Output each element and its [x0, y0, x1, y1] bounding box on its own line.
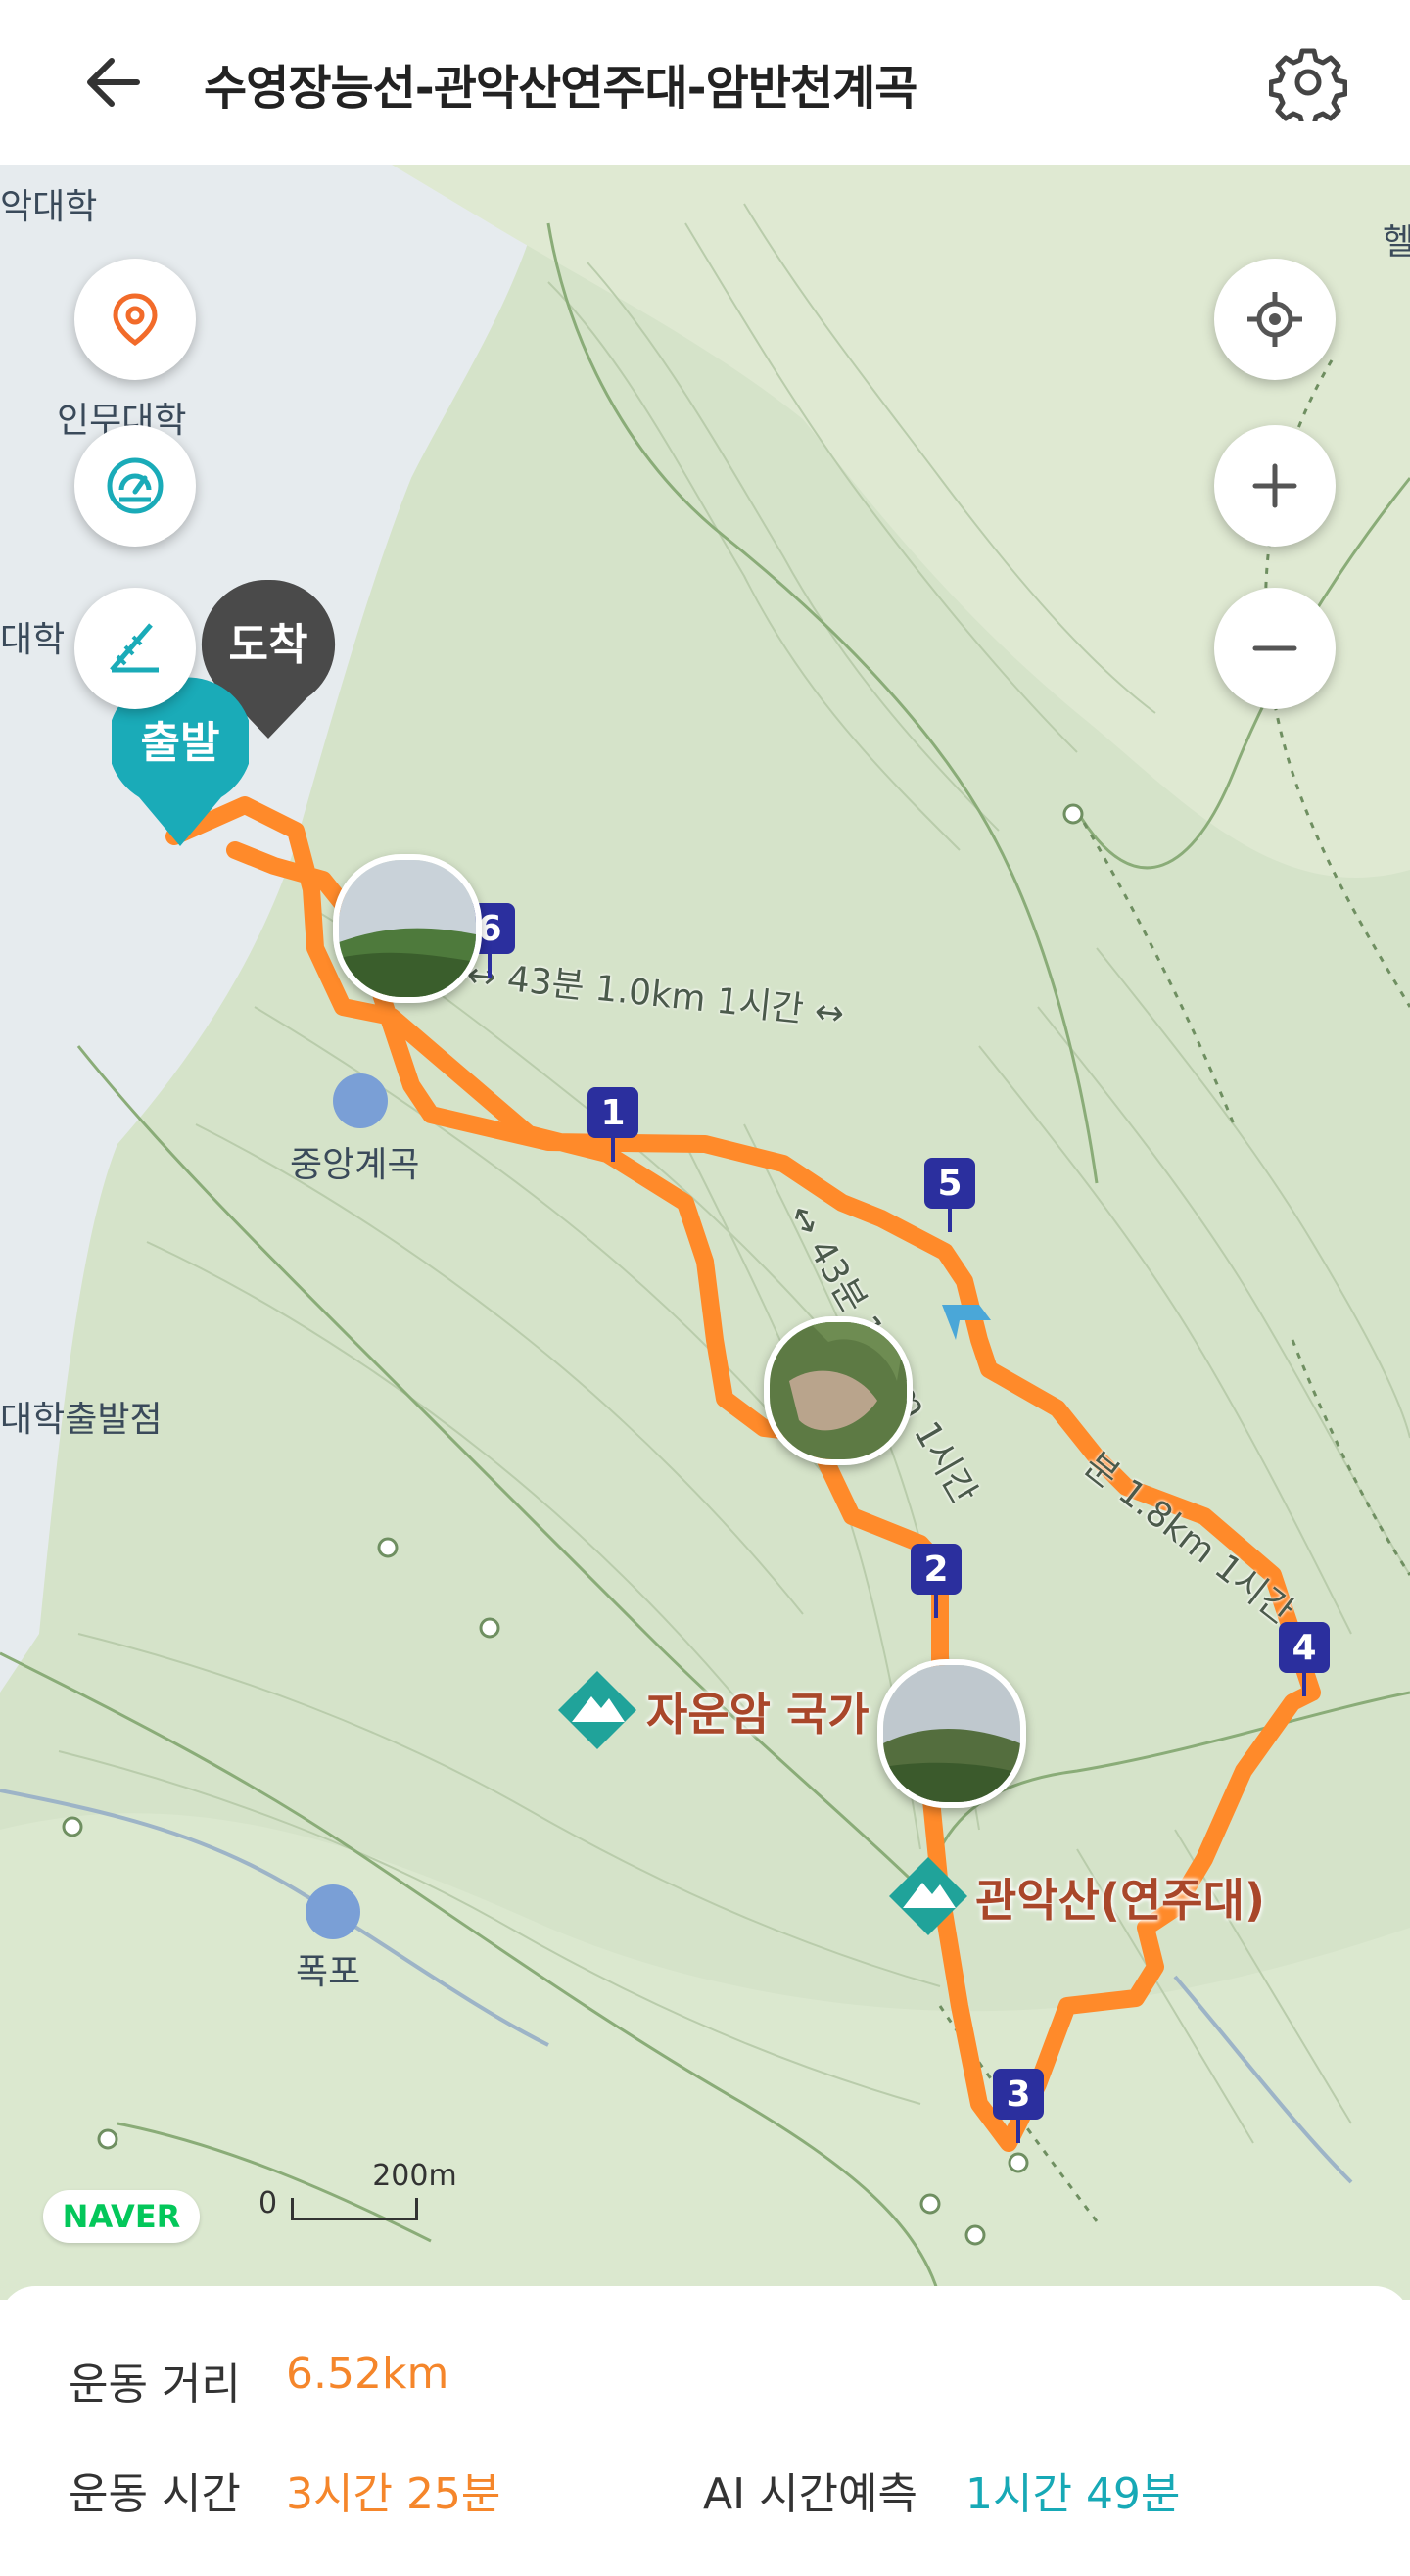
location-pin-icon — [113, 293, 158, 347]
minus-icon — [1252, 645, 1297, 651]
map-view[interactable]: 악대학 인무대학 대학 헬 중앙계곡 대학출발점 폭포 자운암 국가 관악산(연… — [0, 165, 1410, 2300]
waterfall-icon[interactable] — [333, 1073, 388, 1128]
route-marker-4[interactable]: 4 — [1279, 1622, 1330, 1696]
zoom-out-button[interactable] — [1214, 588, 1336, 709]
scale-zero-label: 0 — [258, 2186, 278, 2220]
measure-button[interactable] — [74, 588, 196, 709]
speedometer-button[interactable] — [74, 425, 196, 547]
stats-panel: 운동 거리 6.52km 운동 시간 3시간 25분 AI 시간예측 1시간 4… — [0, 2286, 1410, 2576]
photo-thumbnail[interactable] — [333, 854, 482, 1003]
page-title: 수영장능선-관악산연주대-암반천계곡 — [204, 61, 917, 116]
route-marker-1[interactable]: 1 — [588, 1087, 638, 1162]
scale-bar — [290, 2198, 418, 2220]
settings-button[interactable] — [1268, 43, 1348, 128]
mountain-icon[interactable] — [554, 1667, 640, 1753]
map-label: 헬 — [1383, 222, 1410, 262]
time-value: 3시간 25분 — [286, 2469, 501, 2519]
back-button[interactable] — [78, 43, 157, 121]
mountain-icon[interactable] — [885, 1853, 971, 1939]
plus-icon — [1252, 463, 1297, 508]
naver-logo: NAVER — [43, 2190, 200, 2243]
gps-target-icon — [1247, 292, 1302, 347]
stop-label: 대학출발점 — [0, 1400, 163, 1440]
distance-value: 6.52km — [286, 2349, 449, 2399]
photo-thumbnail[interactable] — [877, 1659, 1026, 1808]
ai-prediction-value: 1시간 49분 — [965, 2469, 1181, 2519]
time-label: 운동 시간 — [69, 2469, 241, 2519]
scale-value-label: 200m — [372, 2159, 457, 2193]
map-label: 대학 — [0, 620, 66, 660]
waterfall-icon[interactable] — [306, 1884, 360, 1939]
peak-label: 자운암 국가 — [646, 1688, 870, 1741]
route-marker-5[interactable]: 5 — [924, 1158, 975, 1232]
end-pin-label: 도착 — [228, 620, 308, 670]
gps-button[interactable] — [1214, 259, 1336, 380]
valley-label: 중앙계곡 — [290, 1145, 420, 1185]
map-label: 악대학 — [0, 187, 98, 227]
photo-thumbnail[interactable] — [764, 1316, 913, 1465]
waterfall-label: 폭포 — [296, 1952, 361, 1992]
map-terrain — [0, 165, 1410, 2300]
gear-icon — [1268, 48, 1348, 128]
distance-label: 운동 거리 — [69, 2360, 241, 2409]
peak-label: 관악산(연주대) — [975, 1874, 1265, 1927]
arrow-left-icon — [87, 58, 140, 107]
ai-prediction-label: AI 시간예측 — [703, 2469, 917, 2519]
ruler-measure-icon — [110, 623, 159, 673]
zoom-in-button[interactable] — [1214, 425, 1336, 547]
app-header: 수영장능선-관악산연주대-암반천계곡 — [0, 0, 1410, 165]
location-button[interactable] — [74, 259, 196, 380]
map-scale: 0 200m — [258, 2159, 516, 2220]
start-pin-label: 출발 — [140, 718, 220, 768]
speedometer-icon — [107, 457, 164, 514]
route-marker-2[interactable]: 2 — [911, 1544, 962, 1618]
route-marker-3[interactable]: 3 — [993, 2069, 1044, 2143]
